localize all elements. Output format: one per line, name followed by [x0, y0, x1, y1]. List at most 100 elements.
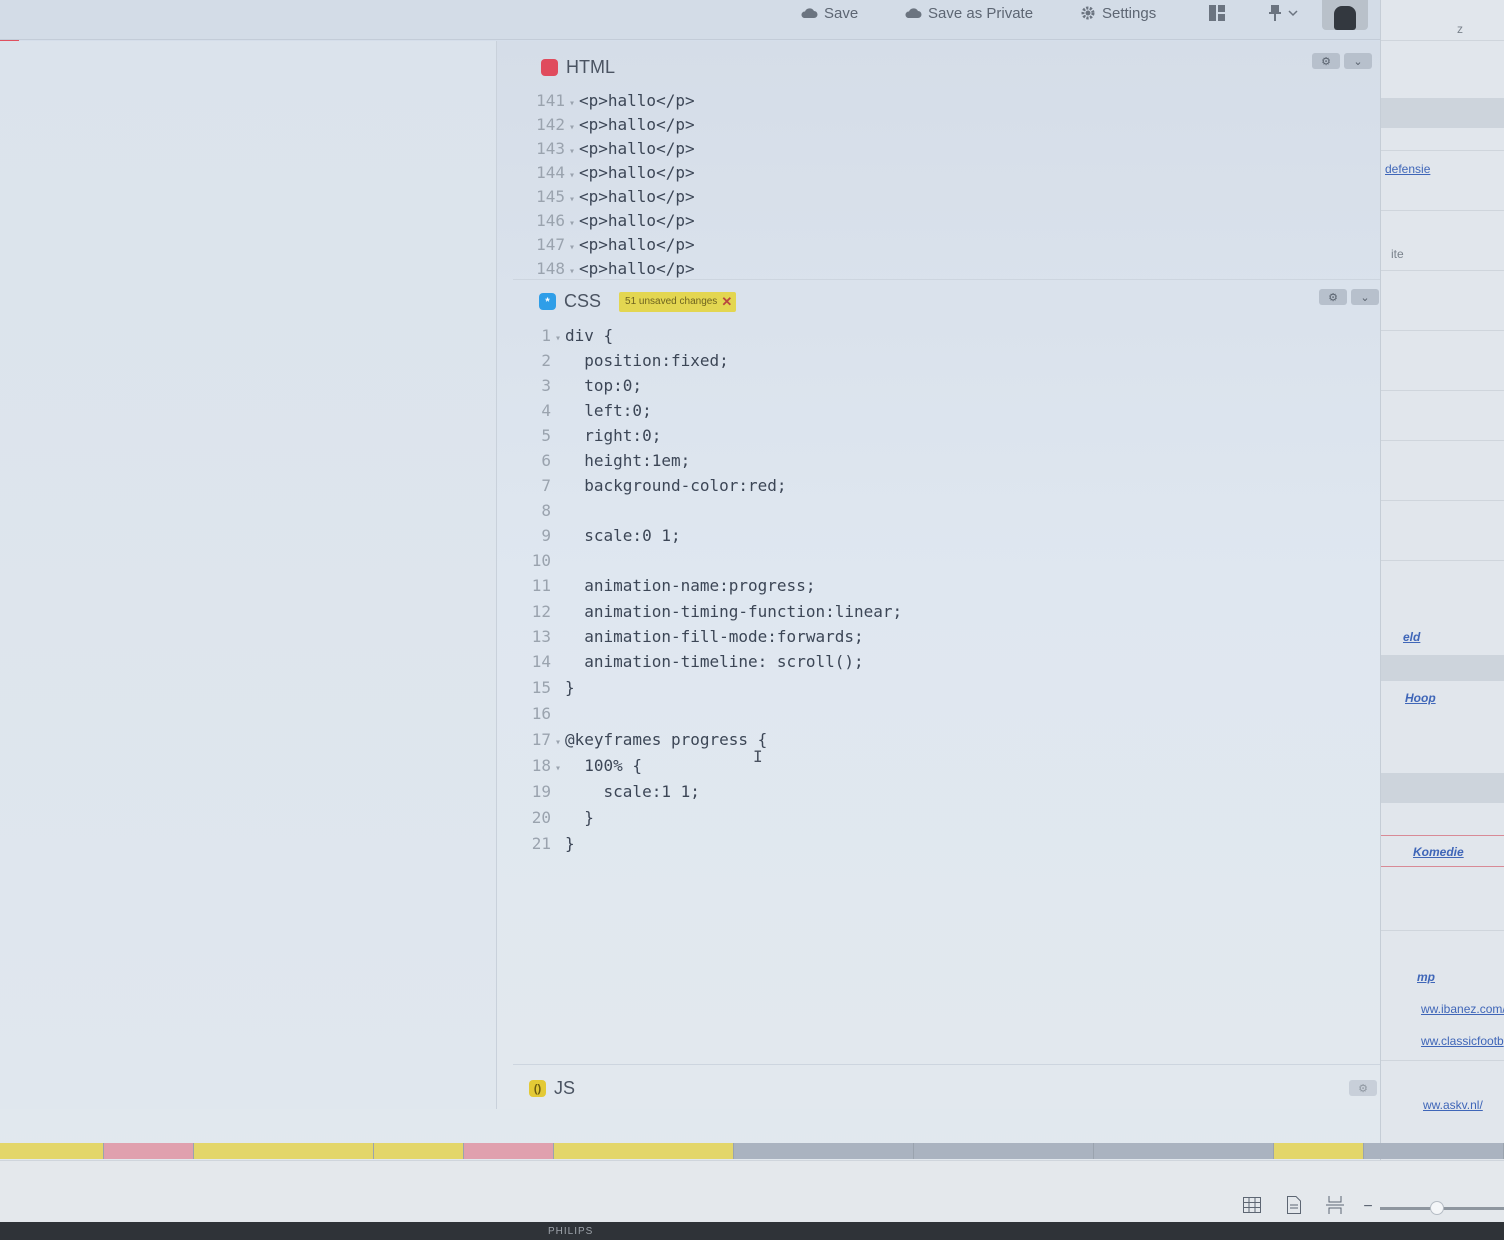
line-number: 8 [541, 501, 551, 520]
editor-panel: HTML ⚙ ⌄ 141 ▾ <p>hallo</p> 142 ▾ <p>hallo</… [496, 41, 1421, 1109]
code-text: } [565, 678, 575, 697]
line-number: 145 [536, 187, 565, 206]
line-number: 5 [541, 426, 551, 445]
unsaved-changes-badge[interactable]: 51 unsaved changes ✕ [619, 291, 737, 312]
page-link[interactable]: eld [1403, 630, 1420, 644]
css-settings-button[interactable]: ⚙ [1319, 289, 1347, 305]
code-text: scale:0 1; [565, 526, 681, 545]
preview-pane [0, 41, 496, 1109]
row-divider [1381, 500, 1504, 501]
page-link[interactable]: ww.ibanez.com/ [1421, 1002, 1504, 1016]
sheet-tab-segment [0, 1143, 104, 1159]
page-link[interactable]: ww.askv.nl/ [1423, 1098, 1483, 1112]
line-number: 142 [536, 115, 565, 134]
page-link[interactable]: defensie [1385, 162, 1430, 176]
html-settings-button[interactable]: ⚙ [1312, 53, 1340, 69]
close-icon[interactable]: ✕ [721, 294, 732, 310]
row-divider [1381, 440, 1504, 441]
line-number: 7 [541, 476, 551, 495]
status-bar: − [0, 1160, 1504, 1222]
save-button[interactable]: Save [800, 2, 858, 24]
settings-button[interactable]: Settings [1080, 2, 1156, 24]
code-line: 11 animation-name:progress; [525, 573, 816, 598]
row-band [1381, 773, 1504, 803]
save-as-private-button[interactable]: Save as Private [904, 2, 1033, 24]
line-number: 4 [541, 401, 551, 420]
page-layout-icon[interactable] [1283, 1195, 1305, 1215]
monitor-bezel [0, 1222, 1504, 1240]
line-number: 13 [531, 627, 551, 646]
code-text: 100% { [565, 756, 643, 775]
code-text: right:0; [565, 426, 662, 445]
code-line: 12 animation-timing-function:linear; [525, 599, 902, 624]
code-text: top:0; [565, 376, 643, 395]
css-collapse-button[interactable]: ⌄ [1351, 289, 1379, 305]
css-code-editor[interactable]: 1 ▾ div {2 position:fixed; 3 top:0; 4 left:0… [497, 323, 1377, 863]
page-break-icon[interactable] [1324, 1195, 1346, 1215]
code-text: background-color:red; [565, 476, 787, 495]
code-text: @keyframes progress { [565, 730, 768, 749]
line-number: 20 [531, 808, 551, 827]
code-text: <p>hallo</p> [579, 115, 695, 134]
code-text: } [565, 834, 575, 853]
html-pane-header[interactable]: HTML [541, 57, 615, 78]
html-pane-controls: ⚙ ⌄ [1312, 53, 1372, 69]
page-link[interactable]: ww.classicfootb [1421, 1034, 1504, 1048]
html-collapse-button[interactable]: ⌄ [1344, 53, 1372, 69]
line-number: 15 [531, 678, 551, 697]
line-number: 144 [536, 163, 565, 182]
zoom-out-icon[interactable]: − [1357, 1197, 1379, 1217]
code-line: 17 ▾ @keyframes progress { [525, 727, 768, 752]
js-pane-header[interactable]: () JS [529, 1078, 575, 1099]
cloud-icon [801, 8, 818, 18]
zoom-slider-thumb[interactable] [1430, 1201, 1444, 1215]
page-text: ite [1391, 247, 1404, 261]
page-link[interactable]: Komedie [1413, 845, 1464, 859]
line-number: 3 [541, 376, 551, 395]
gear-icon [1081, 6, 1095, 20]
js-icon: () [529, 1080, 546, 1097]
pane-divider[interactable] [513, 279, 1421, 280]
html-icon [541, 59, 558, 76]
page-link[interactable]: mp [1417, 970, 1435, 984]
code-text: } [565, 808, 594, 827]
code-text: <p>hallo</p> [579, 163, 695, 182]
sheet-tab-segment [554, 1143, 734, 1159]
code-line: 146 ▾ <p>hallo</p> [533, 209, 695, 233]
pin-button[interactable] [1268, 2, 1298, 24]
code-text: <p>hallo</p> [579, 139, 695, 158]
code-line: 148 ▾ <p>hallo</p> [533, 257, 695, 281]
gear-icon: ⚙ [1358, 1082, 1368, 1095]
pane-divider[interactable] [513, 1064, 1421, 1065]
avatar[interactable] [1322, 0, 1368, 30]
line-number: 6 [541, 451, 551, 470]
code-line: 142 ▾ <p>hallo</p> [533, 113, 695, 137]
code-line: 7 background-color:red; [525, 473, 787, 498]
css-pane-header[interactable]: * CSS 51 unsaved changes ✕ [539, 291, 737, 312]
background-webpage: z defensie ite eld Hoop Komedie mp ww.ib… [1380, 0, 1504, 1160]
text-cursor-icon: I [753, 747, 763, 766]
js-settings-button[interactable]: ⚙ [1349, 1080, 1377, 1096]
save-as-private-label: Save as Private [928, 4, 1034, 22]
page-link[interactable]: Hoop [1405, 691, 1436, 705]
chevron-down-icon: ⌄ [1360, 291, 1370, 304]
code-line: 21} [525, 831, 575, 856]
chevron-down-icon [1288, 10, 1298, 17]
code-line: 3 top:0; [525, 373, 642, 398]
layout-button[interactable] [1209, 2, 1225, 24]
code-line: 18 ▾ 100% { [525, 753, 642, 778]
line-number: 16 [531, 704, 551, 723]
html-code-editor[interactable]: 141 ▾ <p>hallo</p> 142 ▾ <p>hallo</p> 143 ▾ <p… [497, 89, 1377, 285]
line-number: 17 [531, 730, 551, 749]
code-line: 16 [525, 701, 565, 726]
sheet-tab-segment [194, 1143, 374, 1159]
code-text: <p>hallo</p> [579, 211, 695, 230]
normal-view-icon[interactable] [1241, 1195, 1263, 1215]
save-label: Save [824, 4, 859, 22]
code-text: <p>hallo</p> [579, 259, 695, 278]
code-line: 145 ▾ <p>hallo</p> [533, 185, 695, 209]
top-toolbar: Save Save as Private Settings [0, 0, 1380, 40]
row-divider [1381, 270, 1504, 271]
line-number: 148 [536, 259, 565, 278]
code-text: left:0; [565, 401, 652, 420]
